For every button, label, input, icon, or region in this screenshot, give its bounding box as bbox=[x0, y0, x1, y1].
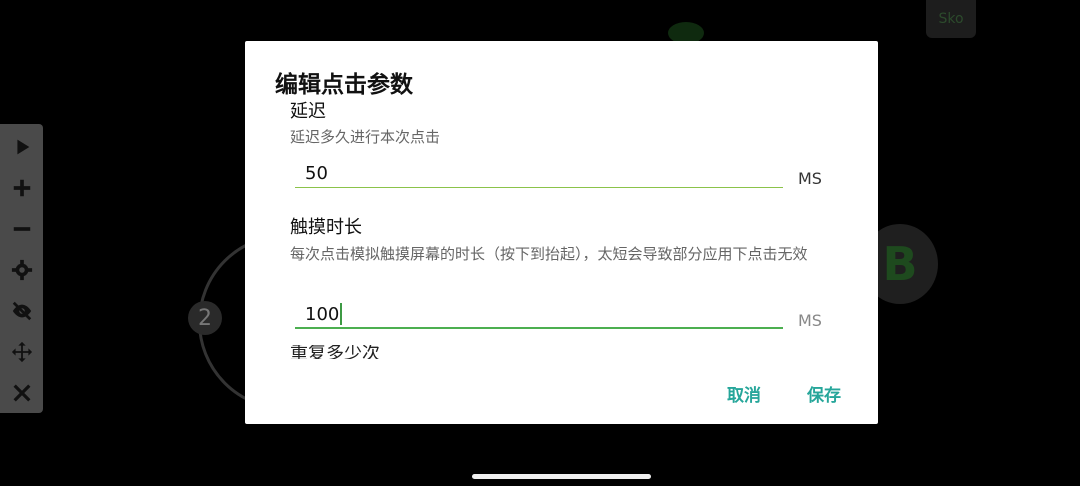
top-corner-label: Sko bbox=[938, 11, 964, 27]
settings-button[interactable] bbox=[6, 254, 37, 285]
gear-icon bbox=[11, 259, 32, 280]
eye-off-icon bbox=[12, 301, 31, 320]
play-button[interactable] bbox=[6, 131, 37, 162]
plus-icon bbox=[13, 179, 30, 196]
save-button[interactable]: 保存 bbox=[807, 381, 841, 406]
add-button[interactable] bbox=[6, 172, 37, 203]
delay-input[interactable]: 50 bbox=[295, 160, 783, 188]
dialog-scroll-area[interactable]: 延迟 延迟多久进行本次点击 50 MS 触摸时长 每次点击模拟触摸屏幕的时长（按… bbox=[245, 97, 878, 359]
move-icon bbox=[11, 341, 32, 362]
close-icon bbox=[13, 384, 30, 401]
touch-duration-unit: MS bbox=[798, 311, 822, 330]
touch-duration-input[interactable]: 100 bbox=[295, 301, 783, 329]
cancel-button[interactable]: 取消 bbox=[727, 381, 761, 406]
delay-input-value: 50 bbox=[305, 163, 328, 184]
text-caret bbox=[340, 303, 343, 325]
close-button[interactable] bbox=[6, 377, 37, 408]
edit-click-dialog: 编辑点击参数 延迟 延迟多久进行本次点击 50 MS 触摸时长 每次点击模拟触摸… bbox=[245, 41, 878, 424]
minus-icon bbox=[13, 226, 30, 231]
remove-button[interactable] bbox=[6, 213, 37, 244]
top-corner-button[interactable]: Sko bbox=[926, 0, 976, 38]
delay-unit: MS bbox=[798, 169, 822, 188]
move-button[interactable] bbox=[6, 336, 37, 367]
play-icon bbox=[16, 139, 29, 154]
click-marker[interactable]: 2 bbox=[188, 301, 222, 335]
repeat-title-partial: 重复多少次 bbox=[290, 345, 380, 359]
touch-duration-description: 每次点击模拟触摸屏幕的时长（按下到抬起），太短会导致部分应用下点击无效 bbox=[290, 245, 808, 263]
floating-toolbar bbox=[0, 124, 43, 413]
delay-title: 延迟 bbox=[290, 101, 326, 122]
delay-description: 延迟多久进行本次点击 bbox=[290, 128, 441, 146]
marker-b-label: B bbox=[882, 237, 918, 291]
dialog-title: 编辑点击参数 bbox=[275, 72, 413, 98]
home-indicator[interactable] bbox=[472, 474, 651, 479]
hide-button[interactable] bbox=[6, 295, 37, 326]
click-marker-label: 2 bbox=[198, 305, 212, 331]
dialog-actions: 取消 保存 bbox=[245, 359, 878, 424]
touch-duration-title: 触摸时长 bbox=[290, 217, 362, 238]
touch-duration-input-value: 100 bbox=[305, 303, 340, 325]
repeat-title-clip: 重复多少次 bbox=[290, 345, 380, 359]
